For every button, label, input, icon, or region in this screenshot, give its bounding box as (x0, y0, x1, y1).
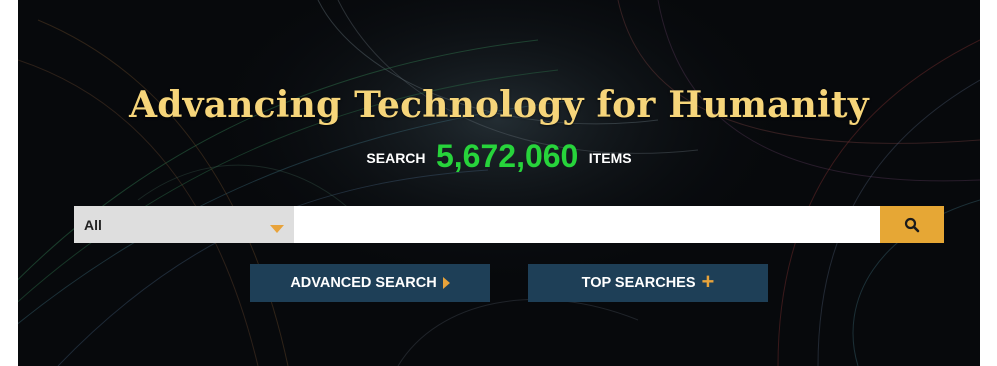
search-input[interactable] (294, 206, 880, 243)
top-searches-label: TOP SEARCHES (581, 275, 696, 291)
page-title: Advancing Technology for Humanity (129, 84, 869, 126)
advanced-search-button[interactable]: ADVANCED SEARCH (250, 264, 490, 302)
triangle-right-icon (442, 277, 450, 289)
count-suffix: ITEMS (588, 150, 632, 166)
hero-banner: Advancing Technology for Humanity SEARCH… (18, 0, 980, 366)
item-count: 5,672,060 (435, 138, 579, 174)
search-icon (904, 217, 920, 232)
item-count-banner: SEARCH 5,672,060 ITEMS (18, 138, 980, 175)
count-prefix: SEARCH (366, 150, 426, 166)
search-scope-value: All (84, 216, 102, 233)
search-button[interactable] (880, 206, 944, 243)
top-searches-button[interactable]: TOP SEARCHES + (528, 264, 768, 302)
advanced-search-label: ADVANCED SEARCH (290, 275, 437, 291)
background-mesh-art (18, 0, 980, 366)
plus-icon: + (701, 269, 715, 294)
search-bar: All (74, 206, 944, 243)
search-scope-select[interactable]: All (74, 206, 294, 243)
chevron-down-icon (270, 224, 284, 233)
